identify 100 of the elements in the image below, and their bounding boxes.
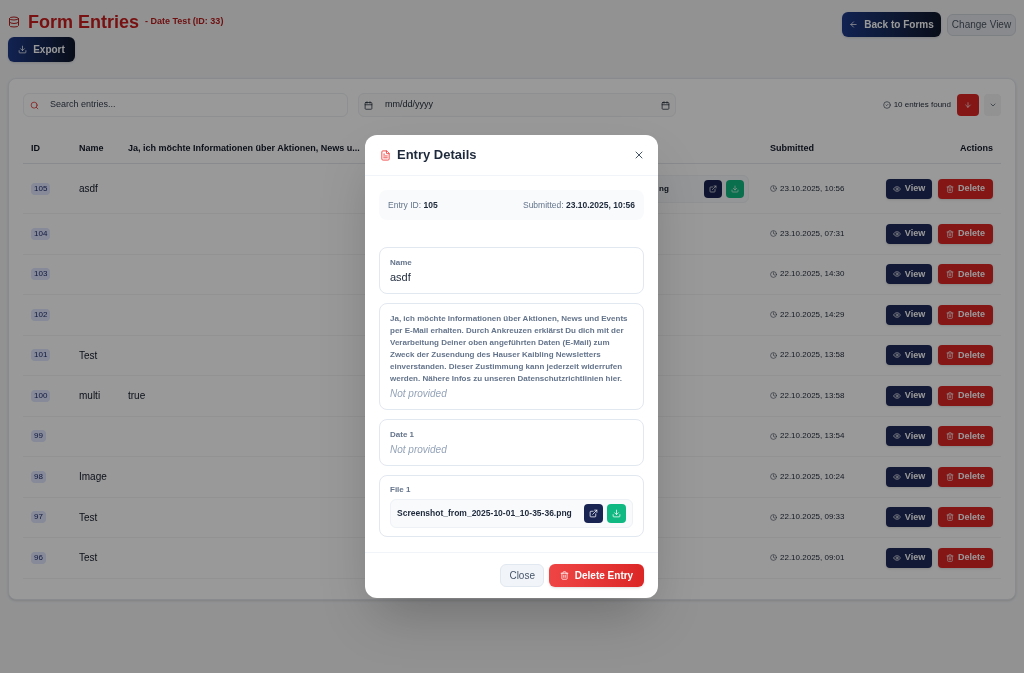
table-cell-text: asdf xyxy=(79,182,98,196)
submitted-date: 22.10.2025, 14:30 xyxy=(780,268,845,281)
back-to-forms-button[interactable]: Back to Forms xyxy=(842,12,941,37)
view-button[interactable]: View xyxy=(886,223,932,244)
field-value: asdf xyxy=(390,271,412,284)
close-button[interactable]: Close xyxy=(500,564,544,587)
delete-button[interactable]: Delete xyxy=(938,507,993,528)
clock-icon xyxy=(770,230,777,238)
eye-icon xyxy=(892,513,901,522)
clock-icon xyxy=(770,185,777,192)
clock-icon xyxy=(770,270,777,278)
view-button[interactable]: View xyxy=(886,507,932,528)
field-label: Name xyxy=(390,257,413,269)
view-button[interactable]: View xyxy=(886,466,932,487)
id-badge: 100 xyxy=(31,389,51,402)
chevron-down-icon xyxy=(988,101,997,109)
trash-icon xyxy=(946,432,954,441)
id-badge: 101 xyxy=(31,349,51,362)
field-value: Not provided xyxy=(390,387,448,400)
delete-button[interactable]: Delete xyxy=(938,223,993,244)
clock-icon xyxy=(770,554,777,562)
eye-icon xyxy=(892,310,901,319)
delete-button[interactable]: Delete xyxy=(938,426,993,447)
submitted-date: 22.10.2025, 13:58 xyxy=(780,349,845,362)
view-button[interactable]: View xyxy=(886,426,932,447)
clock-icon xyxy=(770,432,777,440)
eye-icon xyxy=(892,432,901,441)
trash-icon xyxy=(946,351,954,360)
column-header: ID xyxy=(31,141,40,155)
submitted-date: 22.10.2025, 13:54 xyxy=(780,430,845,443)
entries-count: 10 entries found xyxy=(893,99,951,111)
id-badge: 103 xyxy=(31,268,51,281)
column-header: Ja, ich möchte Informationen über Aktionen, News u... xyxy=(128,141,360,155)
search-icon xyxy=(30,100,39,110)
database-icon xyxy=(8,16,20,28)
field-label: Ja, ich möchte Informationen über Aktionen, News und Events per E-Mail erhalten. Durch Ankreuzen erklärst Du dich mit der Verarbeitung Deiner oben angeführten Daten (E-Mail) zum Zweck der Zusendung des Hauser Kaibling Newsletters einverstanden. Dieser Zustimmung kann jederzeit widerrufen werden. Nähere Infos zu unseren Datenschutzrichtlinien hier. xyxy=(390,313,629,385)
trash-icon xyxy=(559,571,569,580)
arrow-down-icon xyxy=(964,101,972,109)
sort-button[interactable] xyxy=(957,94,979,116)
table-cell-text: true xyxy=(128,389,146,404)
delete-entry-button[interactable]: Delete Entry xyxy=(549,564,644,587)
field-value: Not provided xyxy=(390,443,448,456)
id-badge: 99 xyxy=(31,430,46,443)
trash-icon xyxy=(946,270,954,279)
delete-button[interactable]: Delete xyxy=(938,385,993,406)
id-badge: 105 xyxy=(31,182,51,195)
trash-icon xyxy=(946,184,954,193)
view-button[interactable]: View xyxy=(886,547,932,568)
submitted-date: 22.10.2025, 10:24 xyxy=(780,470,845,483)
view-button[interactable]: View xyxy=(886,304,932,325)
eye-icon xyxy=(892,184,901,193)
file-name: ng xyxy=(659,182,669,195)
eye-icon xyxy=(892,270,901,279)
arrow-left-icon xyxy=(849,20,859,29)
id-badge: 104 xyxy=(31,227,51,240)
table-cell-text: Image xyxy=(79,470,107,485)
page-subtitle: - Date Test (ID: 33) xyxy=(145,15,224,29)
close-icon-button[interactable] xyxy=(633,149,645,161)
search-field[interactable]: Search entries... xyxy=(23,93,348,117)
column-header: Actions xyxy=(960,141,993,155)
document-icon xyxy=(380,149,391,161)
field-label: Date 1 xyxy=(390,429,415,441)
clock-icon xyxy=(770,473,777,481)
submitted-date: 22.10.2025, 14:29 xyxy=(780,308,845,321)
eye-icon xyxy=(892,351,901,360)
eye-icon xyxy=(892,472,901,481)
download-icon xyxy=(612,509,621,518)
table-cell-text: Test xyxy=(79,551,98,566)
submitted-date: 22.10.2025, 13:58 xyxy=(780,389,845,402)
open-file-button[interactable] xyxy=(584,504,603,523)
calendar-icon xyxy=(661,100,670,110)
field-label: File 1 xyxy=(390,485,412,495)
view-button[interactable]: View xyxy=(886,385,932,406)
clock-icon xyxy=(770,513,777,521)
delete-button[interactable]: Delete xyxy=(938,466,993,487)
eye-icon xyxy=(892,553,901,562)
view-button[interactable]: View xyxy=(886,345,932,366)
close-icon xyxy=(633,149,645,161)
id-badge: 98 xyxy=(31,470,46,483)
view-button[interactable]: View xyxy=(886,264,932,285)
page-title: Form Entries xyxy=(28,12,140,32)
view-button[interactable]: View xyxy=(886,178,932,199)
trash-icon xyxy=(946,553,954,562)
submitted-date: 23.10.2025, 07:31 xyxy=(780,227,845,240)
submitted-date: 22.10.2025, 09:33 xyxy=(780,511,845,524)
submitted-date: 23.10.2025, 10:56 xyxy=(780,182,845,195)
submitted-date: 22.10.2025, 09:01 xyxy=(780,551,845,564)
delete-button[interactable]: Delete xyxy=(938,178,993,199)
open-file-button[interactable] xyxy=(704,179,722,198)
delete-button[interactable]: Delete xyxy=(938,264,993,285)
trash-icon xyxy=(946,472,954,481)
id-badge: 97 xyxy=(31,511,46,524)
export-button[interactable]: Export xyxy=(8,37,75,62)
delete-button[interactable]: Delete xyxy=(938,547,993,568)
table-cell-text: Test xyxy=(79,348,98,363)
trash-icon xyxy=(946,229,954,238)
table-cell-text: multi xyxy=(79,389,101,404)
delete-button[interactable]: Delete xyxy=(938,345,993,366)
delete-button[interactable]: Delete xyxy=(938,304,993,325)
date-field[interactable]: mm/dd/yyyy xyxy=(358,93,676,117)
